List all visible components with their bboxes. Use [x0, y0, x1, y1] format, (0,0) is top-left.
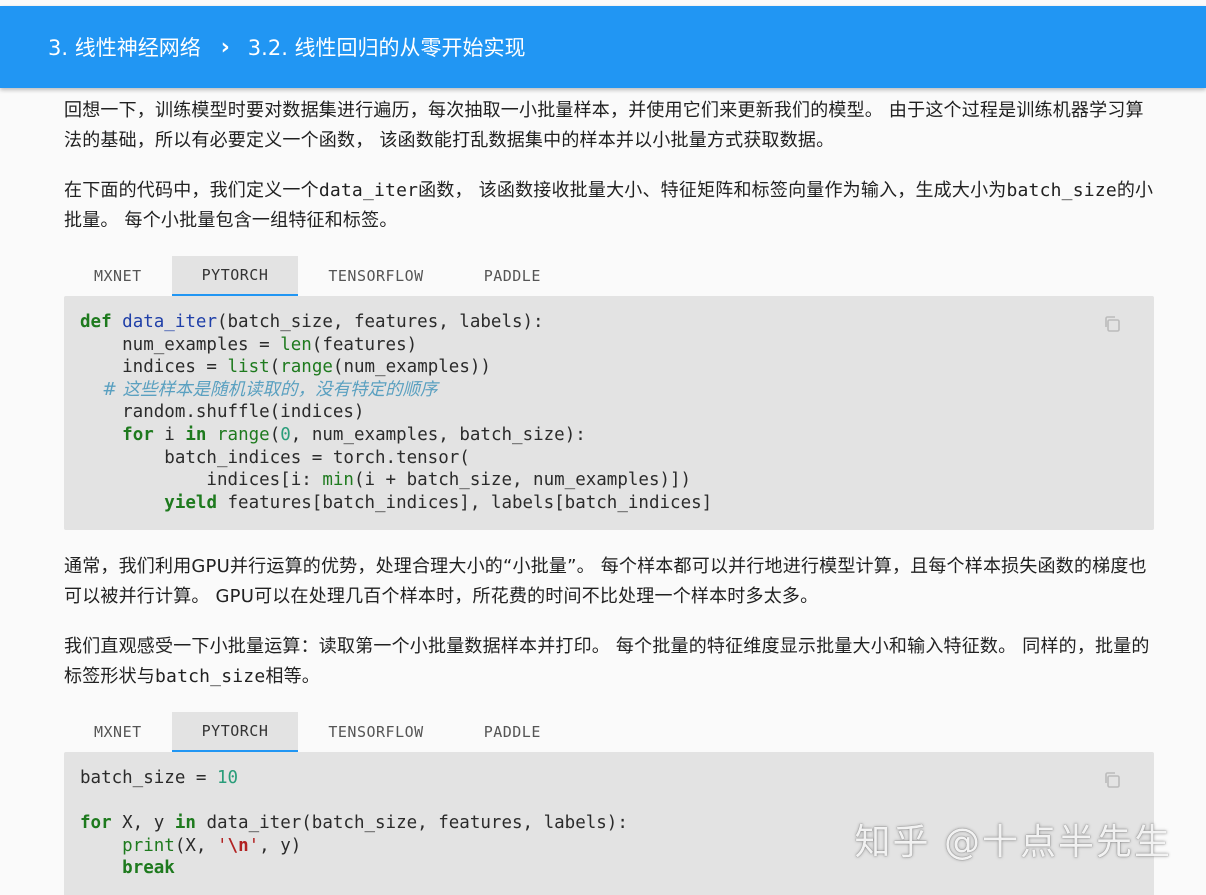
inline-code-data-iter: data_iter [318, 180, 419, 201]
copy-icon[interactable] [1102, 770, 1122, 790]
code-builtin: min [322, 470, 354, 491]
code-number: 10 [216, 768, 239, 788]
code-text: , y) [259, 835, 302, 856]
breadcrumb-section[interactable]: 3.2. 线性回归的从零开始实现 [248, 32, 526, 62]
code-block-data-iter: def data_iter(batch_size, features, labe… [64, 296, 1154, 530]
tab-mxnet[interactable]: MXNET [64, 256, 172, 296]
breadcrumb-chapter[interactable]: 3. 线性神经网络 [48, 32, 201, 62]
watermark: 知乎 @十点半先生 [854, 822, 1172, 863]
tab-tensorflow[interactable]: TENSORFLOW [298, 256, 453, 296]
top-nav-bar: 3. 线性神经网络 › 3.2. 线性回归的从零开始实现 [0, 6, 1206, 88]
code-keyword: in [174, 813, 196, 834]
code-text: (features) [311, 334, 418, 355]
code-text: ( [269, 424, 281, 445]
code-text: (X, [174, 835, 217, 856]
paragraph-minibatch: 我们直观感受一下小批量运算：读取第一个小批量数据样本并打印。 每个批量的特征维度… [64, 632, 1154, 692]
code-keyword: def [80, 312, 112, 332]
code-string: ' [217, 835, 228, 856]
inline-code-batch-size: batch_size [155, 666, 266, 687]
tab-tensorflow[interactable]: TENSORFLOW [298, 712, 453, 752]
code-builtin: range [217, 424, 270, 445]
code-string-escape: \n [227, 835, 249, 856]
code-builtin: range [280, 357, 333, 378]
tab-pytorch[interactable]: PYTORCH [171, 712, 299, 752]
framework-tabs: MXNET PYTORCH TENSORFLOW PADDLE [64, 256, 1154, 296]
code-text: random.shuffle(indices) [80, 402, 365, 423]
code-text: , num_examples, batch_size): [290, 424, 586, 445]
code-builtin: list [227, 357, 270, 378]
main-content: 回想一下，训练模型时要对数据集进行遍历，每次抽取一小批量样本，并使用它们来更新我… [64, 96, 1154, 895]
code-text: (num_examples)) [332, 357, 491, 378]
text: 相等。 [265, 666, 320, 687]
code-string: ' [248, 835, 260, 856]
copy-icon[interactable] [1102, 314, 1122, 334]
code-builtin: print [122, 835, 175, 856]
code-builtin: len [280, 334, 312, 355]
code-text: batch_indices = torch.tensor( [80, 447, 470, 468]
tab-paddle[interactable]: PADDLE [454, 256, 571, 296]
code-keyword: for [122, 424, 154, 445]
code-text: batch_size = [80, 768, 217, 788]
code-text: (batch_size, features, labels): [216, 312, 544, 332]
code-text: indices = [80, 357, 228, 378]
paragraph-gpu: 通常，我们利用GPU并行运算的优势，处理合理大小的“小批量”。 每个样本都可以并… [64, 556, 1147, 607]
text: 函数， 该函数接收批量大小、特征矩阵和标签向量作为输入，生成大小为 [418, 180, 1007, 201]
code-function-name: data_iter [122, 312, 217, 332]
code-text: (i + batch_size, num_examples)]) [353, 470, 692, 491]
tab-mxnet[interactable]: MXNET [64, 712, 172, 752]
code-text: X, y [111, 813, 175, 834]
tab-paddle[interactable]: PADDLE [454, 712, 571, 752]
code-text: ( [269, 357, 281, 378]
paragraph-data-iter: 在下面的代码中，我们定义一个data_iter函数， 该函数接收批量大小、特征矩… [64, 176, 1154, 236]
code-keyword: for [80, 813, 112, 834]
code-text: data_iter(batch_size, features, labels): [195, 813, 628, 834]
code-keyword: yield [164, 492, 217, 513]
code-keyword: in [185, 424, 207, 445]
code-comment: # 这些样本是随机读取的，没有特定的顺序 [80, 379, 438, 400]
code-number: 0 [280, 424, 291, 445]
tab-pytorch[interactable]: PYTORCH [171, 256, 299, 296]
breadcrumb-chevron-icon: › [220, 34, 230, 60]
framework-tabs: MXNET PYTORCH TENSORFLOW PADDLE [64, 712, 1154, 752]
paragraph-intro: 回想一下，训练模型时要对数据集进行遍历，每次抽取一小批量样本，并使用它们来更新我… [64, 100, 1144, 151]
code-keyword: break [122, 858, 175, 879]
code-text: indices[i: [80, 470, 323, 491]
code-text: num_examples = [80, 334, 281, 355]
code-text: i [153, 424, 186, 445]
text: 在下面的代码中，我们定义一个 [64, 180, 319, 201]
code-text: features[batch_indices], labels[batch_in… [216, 492, 713, 513]
inline-code-batch-size: batch_size [1006, 180, 1117, 201]
